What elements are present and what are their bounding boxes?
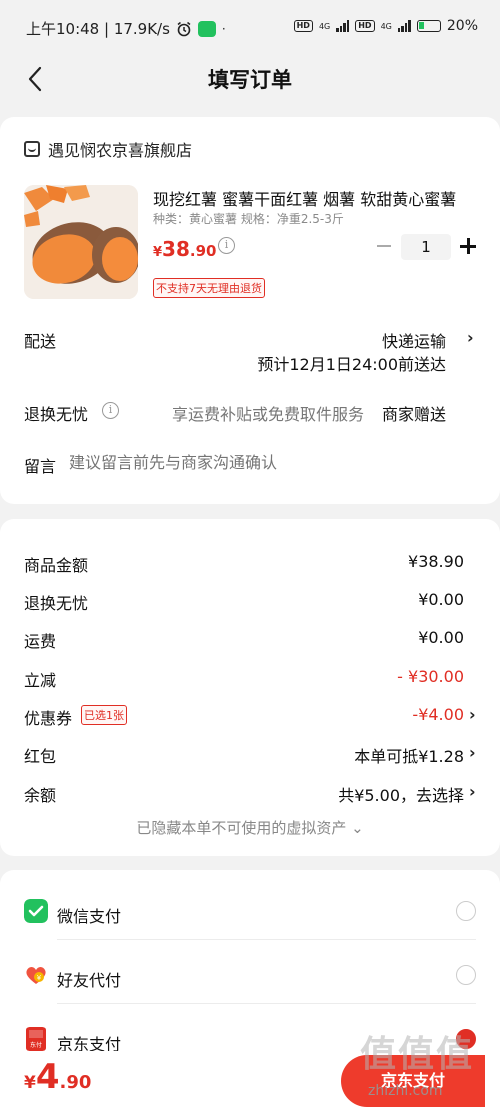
- wechat-pay-icon: [24, 899, 48, 923]
- coupon-selected-badge: 已选1张: [81, 705, 127, 725]
- status-bar: 上午10:48 | 17.9K/s · HD 4G HD 4G 20%: [0, 0, 500, 56]
- summary-balance-value[interactable]: 共¥5.00，去选择: [338, 782, 464, 806]
- price-symbol: ¥: [153, 245, 163, 260]
- alarm-icon: [177, 21, 191, 36]
- return-info-icon[interactable]: i: [102, 402, 119, 419]
- battery-icon: [416, 20, 441, 32]
- summary-discount-value: - ¥30.00: [397, 667, 464, 686]
- friend-pay-icon: ¥: [26, 967, 46, 984]
- signal-icon: [336, 20, 350, 32]
- product-name[interactable]: 现挖红薯 蜜薯干面红薯 烟薯 软甜黄心蜜薯: [153, 186, 473, 210]
- order-item-card: 遇见悯农京喜旗舰店 现挖红薯 蜜薯干面红薯 烟薯 软甜黄心蜜薯 种类：黄心蜜薯 …: [0, 117, 500, 504]
- store-icon: [24, 141, 40, 157]
- page-title: 填写订单: [208, 68, 292, 92]
- site-watermark-url: zhizhi.com: [368, 1083, 443, 1099]
- quantity-increase-button[interactable]: [459, 237, 477, 255]
- product-spec[interactable]: 种类：黄心蜜薯 规格：净重2.5-3斤: [153, 210, 344, 227]
- return-service-gift: 商家赠送: [381, 405, 446, 424]
- status-left: 上午10:48 | 17.9K/s ·: [26, 18, 226, 39]
- no-return-badge: 不支持7天无理由退货: [153, 278, 265, 298]
- redpacket-chevron-icon[interactable]: ›: [469, 743, 476, 762]
- hd-icon-2: HD: [355, 20, 375, 32]
- payment-option-friend[interactable]: ¥ 好友代付: [0, 939, 500, 1003]
- summary-discount-label: 立减: [24, 671, 57, 690]
- price-summary-card: 商品金额 ¥38.90 退换无忧 ¥0.00 运费 ¥0.00 立减 - ¥30…: [0, 519, 500, 856]
- signal-icon-2: [397, 20, 411, 32]
- price-integer: 38: [162, 237, 190, 261]
- quantity-field[interactable]: 1: [401, 234, 451, 260]
- network-4g-label: 4G: [318, 21, 331, 31]
- shipping-chevron-icon[interactable]: ›: [467, 328, 474, 347]
- shipping-eta: 预计12月1日24:00前送达: [257, 355, 446, 374]
- site-watermark: 值值值: [360, 1034, 475, 1075]
- network-4g-label-2: 4G: [380, 21, 392, 31]
- payment-radio-wechat[interactable]: [456, 901, 476, 921]
- price-info-icon[interactable]: i: [218, 237, 235, 254]
- battery-percent: 20%: [446, 18, 478, 34]
- order-total: ¥ 4 .90: [24, 1057, 91, 1097]
- nav-bar: 填写订单: [0, 56, 500, 106]
- payment-option-wechat[interactable]: 微信支付: [0, 875, 500, 939]
- payment-label-wechat: 微信支付: [57, 907, 122, 926]
- wechat-notification-icon: [197, 20, 216, 37]
- jd-pay-icon: 东付: [26, 1027, 46, 1051]
- svg-text:¥: ¥: [37, 974, 42, 982]
- note-label: 留言: [24, 457, 57, 476]
- sweet-potato-image: [24, 185, 138, 299]
- status-right: HD 4G HD 4G 20%: [293, 18, 478, 34]
- payment-label-friend: 好友代付: [57, 971, 122, 990]
- store-row[interactable]: 遇见悯农京喜旗舰店: [24, 137, 192, 161]
- product-image[interactable]: [24, 185, 138, 299]
- shipping-method[interactable]: 快递运输: [382, 328, 446, 352]
- shipping-label: 配送: [24, 332, 57, 351]
- summary-return-value: ¥0.00: [418, 590, 464, 609]
- summary-redpacket-label: 红包: [24, 747, 57, 766]
- note-input[interactable]: [69, 453, 449, 472]
- summary-shipping-label: 运费: [24, 632, 57, 651]
- price-decimal: .90: [189, 242, 217, 260]
- hidden-assets-toggle[interactable]: 已隐藏本单不可使用的虚拟资产 ⌄: [0, 817, 500, 838]
- store-name: 遇见悯农京喜旗舰店: [48, 141, 193, 160]
- summary-shipping-value: ¥0.00: [418, 628, 464, 647]
- summary-coupon-label: 优惠券: [24, 709, 73, 728]
- status-time-speed: 上午10:48 | 17.9K/s: [26, 20, 170, 38]
- summary-goods-value: ¥38.90: [408, 552, 464, 571]
- coupon-chevron-icon[interactable]: ›: [469, 705, 476, 724]
- hd-icon: HD: [293, 20, 313, 32]
- product-price: ¥ 38 .90: [153, 237, 216, 261]
- summary-balance-label: 余额: [24, 786, 57, 805]
- summary-coupon-value[interactable]: -¥4.00: [412, 705, 464, 724]
- total-symbol: ¥: [24, 1073, 36, 1093]
- status-dot: ·: [221, 21, 226, 36]
- total-integer: 4: [35, 1057, 60, 1097]
- total-decimal: .90: [59, 1072, 92, 1093]
- summary-goods-label: 商品金额: [24, 556, 89, 575]
- summary-redpacket-value[interactable]: 本单可抵¥1.28: [354, 743, 464, 767]
- quantity-decrease-button[interactable]: [375, 237, 393, 255]
- return-service-desc: 享运费补贴或免费取件服务: [172, 405, 365, 424]
- payment-radio-friend[interactable]: [456, 965, 476, 985]
- return-service-label: 退换无忧: [24, 405, 89, 424]
- jd-pay-icon-text: 东付: [30, 1041, 42, 1049]
- summary-return-label: 退换无忧: [24, 594, 89, 613]
- balance-chevron-icon[interactable]: ›: [469, 782, 476, 801]
